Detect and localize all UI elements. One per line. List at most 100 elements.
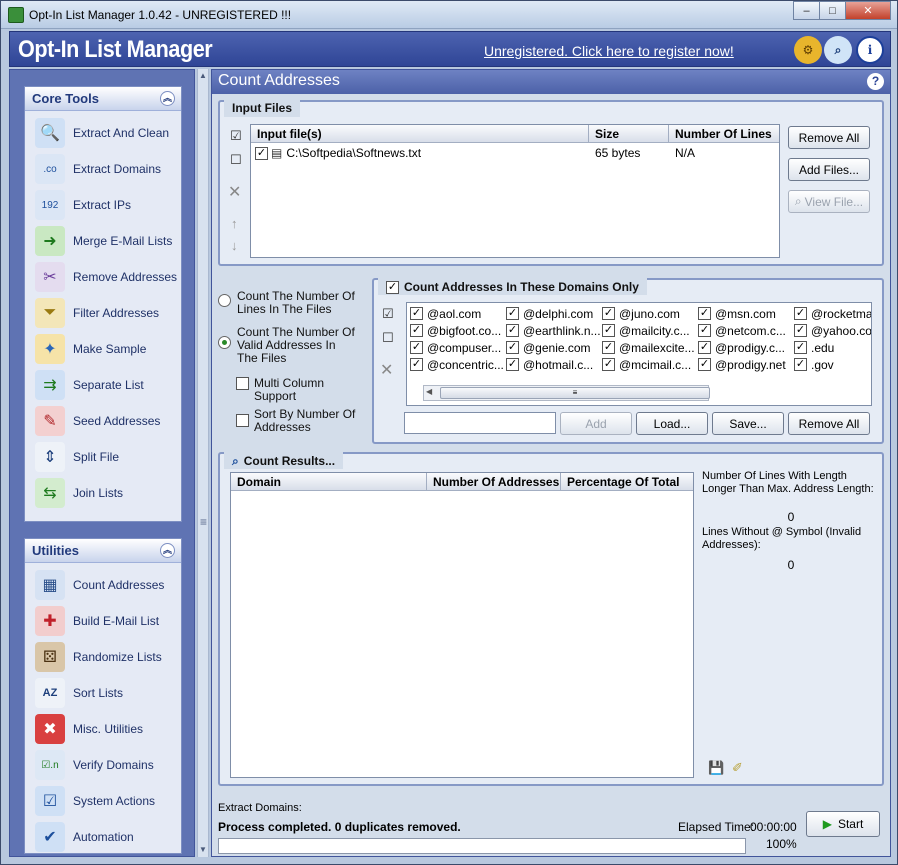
column-size[interactable]: Size xyxy=(589,125,669,142)
core-tools-header[interactable]: Core Tools ︽ xyxy=(25,87,181,111)
results-list[interactable]: Domain Number Of Addresses Percentage Of… xyxy=(230,472,694,778)
sidebar-splitter[interactable]: ▲ ≡ ▼ xyxy=(197,69,209,857)
save-icon[interactable]: 💾 xyxy=(708,760,724,776)
sort-by-number-option[interactable]: Sort By Number Of Addresses xyxy=(236,408,366,434)
list-item[interactable]: ✓ @prodigy.c... xyxy=(698,339,785,356)
domain-input[interactable] xyxy=(404,412,556,434)
list-item[interactable]: ✓ @compuser... xyxy=(410,339,501,356)
load-domains-button[interactable]: Load... xyxy=(636,412,708,435)
domain-checkbox[interactable]: ✓ xyxy=(410,307,423,320)
radio-count-valid[interactable] xyxy=(218,336,231,349)
sidebar-item-system-actions[interactable]: ☑ System Actions xyxy=(25,783,181,819)
domain-checkbox[interactable]: ✓ xyxy=(506,307,519,320)
maximize-button[interactable]: □ xyxy=(819,1,846,20)
column-number-of-addresses[interactable]: Number Of Addresses xyxy=(427,473,561,490)
delete-icon[interactable]: ✕ xyxy=(228,182,241,202)
domain-checkbox[interactable]: ✓ xyxy=(698,341,711,354)
sidebar-item-sort-lists[interactable]: AZ Sort Lists xyxy=(25,675,181,711)
option-count-valid[interactable]: Count The Number Of Valid Addresses In T… xyxy=(218,326,358,365)
sidebar-item-make-sample[interactable]: ✦ Make Sample xyxy=(25,331,181,367)
save-domains-button[interactable]: Save... xyxy=(712,412,784,435)
domain-checkbox[interactable]: ✓ xyxy=(506,324,519,337)
move-up-icon[interactable]: ↑ xyxy=(231,216,238,231)
scroll-left-icon[interactable]: ◀ xyxy=(426,387,432,396)
eraser-icon[interactable]: ✐ xyxy=(732,760,743,776)
column-percentage[interactable]: Percentage Of Total xyxy=(561,473,693,490)
help-icon[interactable]: ? xyxy=(867,73,884,90)
list-item[interactable]: ✓ @delphi.com xyxy=(506,305,593,322)
list-item[interactable]: ✓ @earthlink.n... xyxy=(506,322,601,339)
utilities-header[interactable]: Utilities ︽ xyxy=(25,539,181,563)
remove-all-files-button[interactable]: Remove All xyxy=(788,126,870,149)
domains-scrollbar[interactable]: ◀ ≡ xyxy=(423,385,710,401)
sidebar-item-split-file[interactable]: ⇕ Split File xyxy=(25,439,181,475)
uncheck-all-icon[interactable]: ☐ xyxy=(230,152,242,168)
start-button[interactable]: ▶ Start xyxy=(806,811,880,837)
sidebar-item-misc-utilities[interactable]: ✖ Misc. Utilities xyxy=(25,711,181,747)
search-icon[interactable]: ⌕ xyxy=(824,36,852,64)
option-count-lines[interactable]: Count The Number Of Lines In The Files xyxy=(218,290,358,316)
info-icon[interactable]: i xyxy=(856,36,884,64)
domains-label[interactable]: ✓ Count Addresses In These Domains Only xyxy=(378,278,647,295)
multi-column-option[interactable]: Multi Column Support xyxy=(236,377,366,403)
domain-checkbox[interactable]: ✓ xyxy=(698,307,711,320)
sidebar-item-build-email-list[interactable]: ✚ Build E-Mail List xyxy=(25,603,181,639)
splitter-grip-icon[interactable]: ≡ xyxy=(200,515,207,529)
input-files-list[interactable]: Input file(s) Size Number Of Lines ✓ ▤ C… xyxy=(250,124,780,258)
list-item[interactable]: ✓ @mailcity.c... xyxy=(602,322,690,339)
domain-checkbox[interactable]: ✓ xyxy=(506,358,519,371)
minimize-button[interactable]: – xyxy=(793,1,820,20)
collapse-icon[interactable]: ︽ xyxy=(160,543,175,558)
add-files-button[interactable]: Add Files... xyxy=(788,158,870,181)
multi-column-checkbox[interactable] xyxy=(236,377,249,390)
list-item[interactable]: ✓ @bigfoot.co... xyxy=(410,322,501,339)
gear-icon[interactable]: ⚙ xyxy=(794,36,822,64)
domain-checkbox[interactable]: ✓ xyxy=(794,307,807,320)
column-domain[interactable]: Domain xyxy=(231,473,427,490)
radio-count-lines[interactable] xyxy=(218,294,231,307)
sidebar-item-remove-addresses[interactable]: ✂ Remove Addresses xyxy=(25,259,181,295)
sidebar-item-seed-addresses[interactable]: ✎ Seed Addresses xyxy=(25,403,181,439)
list-item[interactable]: ✓ @netcom.c... xyxy=(698,322,786,339)
sidebar-item-separate-list[interactable]: ⇉ Separate List xyxy=(25,367,181,403)
close-button[interactable]: ✕ xyxy=(845,1,891,20)
domain-checkbox[interactable]: ✓ xyxy=(602,358,615,371)
list-item[interactable]: ✓ @mailexcite... xyxy=(602,339,695,356)
uncheck-all-icon[interactable]: ☐ xyxy=(382,330,394,346)
check-all-icon[interactable]: ☑ xyxy=(230,128,242,144)
list-item[interactable]: ✓ @concentric... xyxy=(410,356,504,373)
domain-checkbox[interactable]: ✓ xyxy=(602,307,615,320)
sidebar-item-automation[interactable]: ✔ Automation xyxy=(25,819,181,853)
sidebar-item-filter-addresses[interactable]: ⏷ Filter Addresses xyxy=(25,295,181,331)
domain-checkbox[interactable]: ✓ xyxy=(602,341,615,354)
sidebar-item-count-addresses[interactable]: ▦ Count Addresses xyxy=(25,567,181,603)
list-item[interactable]: ✓ @rocketma xyxy=(794,305,871,322)
domain-checkbox[interactable]: ✓ xyxy=(698,324,711,337)
list-item[interactable]: ✓ @mcimail.c... xyxy=(602,356,691,373)
table-row[interactable]: ✓ ▤ C:\Softpedia\Softnews.txt 65 bytes N… xyxy=(251,143,779,163)
scrollbar-thumb[interactable]: ≡ xyxy=(440,387,710,399)
list-item[interactable]: ✓ @genie.com xyxy=(506,339,591,356)
row-checkbox[interactable]: ✓ xyxy=(255,146,268,160)
sidebar-item-verify-domains[interactable]: ☑.n Verify Domains xyxy=(25,747,181,783)
sidebar-item-join-lists[interactable]: ⇆ Join Lists xyxy=(25,475,181,511)
sidebar-item-extract-ips[interactable]: 192 Extract IPs xyxy=(25,187,181,223)
domain-checkbox[interactable]: ✓ xyxy=(410,341,423,354)
list-item[interactable]: ✓ @msn.com xyxy=(698,305,776,322)
list-item[interactable]: ✓ @prodigy.net xyxy=(698,356,786,373)
collapse-icon[interactable]: ︽ xyxy=(160,91,175,106)
domain-checkbox[interactable]: ✓ xyxy=(698,358,711,371)
delete-icon[interactable]: ✕ xyxy=(380,360,393,380)
check-all-icon[interactable]: ☑ xyxy=(382,306,394,322)
domain-checkbox[interactable]: ✓ xyxy=(410,358,423,371)
sidebar-item-extract-and-clean[interactable]: 🔍 Extract And Clean xyxy=(25,115,181,151)
domain-checkbox[interactable]: ✓ xyxy=(602,324,615,337)
list-item[interactable]: ✓ @juno.com xyxy=(602,305,680,322)
scroll-up-icon[interactable]: ▲ xyxy=(199,71,207,80)
register-link[interactable]: Unregistered. Click here to register now… xyxy=(484,43,734,59)
add-domain-button[interactable]: Add xyxy=(560,412,632,435)
domain-checkbox[interactable]: ✓ xyxy=(794,341,807,354)
domain-checkbox[interactable]: ✓ xyxy=(410,324,423,337)
sort-by-number-checkbox[interactable] xyxy=(236,414,249,427)
move-down-icon[interactable]: ↓ xyxy=(231,238,238,253)
